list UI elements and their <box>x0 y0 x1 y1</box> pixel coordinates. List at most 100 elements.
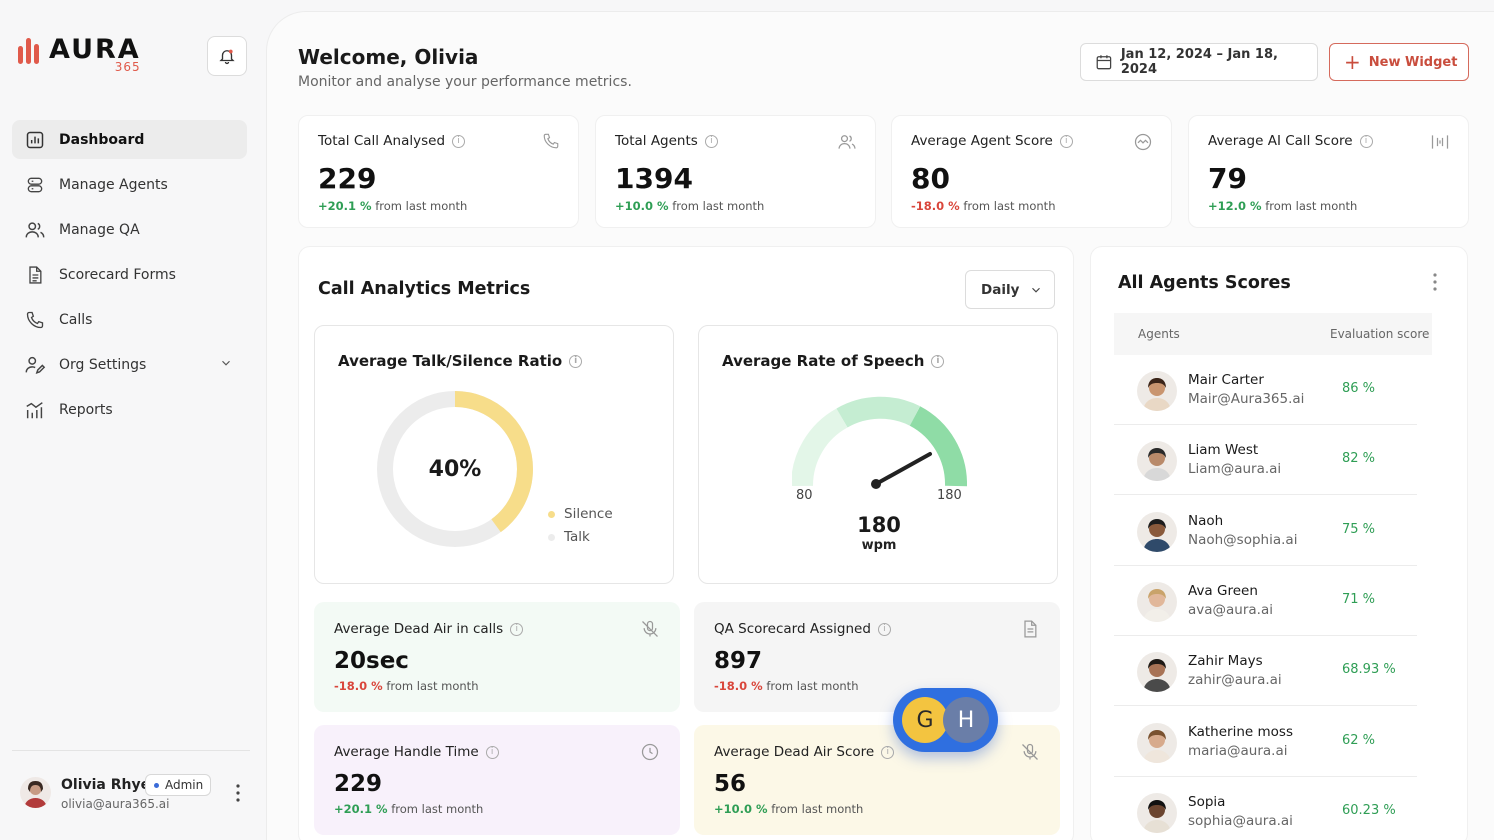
table-row[interactable]: Sopia sophia@aura.ai 60.23 % <box>1114 777 1417 840</box>
sidebar-item-label: Dashboard <box>59 131 145 148</box>
info-icon[interactable]: i <box>877 622 891 636</box>
agent-name: Sopia <box>1188 793 1226 810</box>
metric-qa-scorecard[interactable]: QA Scorecard Assigned i 897 -18.0 % from … <box>694 602 1060 712</box>
stat-card-avg-ai-call-score[interactable]: Average AI Call Score i 79 +12.0 % from l… <box>1188 115 1469 228</box>
role-badge: Admin <box>145 774 212 796</box>
metric-change: -18.0 % from last month <box>714 679 859 693</box>
brand-logo[interactable]: AURA 365 <box>18 36 141 74</box>
agent-name: Zahir Mays <box>1188 653 1263 670</box>
metric-handle-time[interactable]: Average Handle Time i 229 +20.1 % from la… <box>314 725 680 835</box>
main-content: Welcome, Olivia Monitor and analyse your… <box>266 11 1494 840</box>
more-vertical-icon[interactable] <box>236 784 240 802</box>
avatar <box>1137 371 1177 411</box>
sidebar-nav: Dashboard Manage Agents Manage QA Scorec… <box>12 120 247 435</box>
table-row[interactable]: Liam West Liam@aura.ai 82 % <box>1114 425 1417 496</box>
gauge-value: 180 <box>857 513 901 537</box>
new-widget-button[interactable]: + New Widget <box>1329 43 1469 81</box>
avatar <box>1137 652 1177 693</box>
agent-score: 86 % <box>1342 381 1376 396</box>
users-icon <box>24 219 46 241</box>
profile-name: Olivia Rhye <box>61 777 151 793</box>
stat-card-avg-agent-score[interactable]: Average Agent Score i 80 -18.0 % from las… <box>891 115 1172 228</box>
gauge-unit: wpm <box>861 538 897 553</box>
rate-of-speech-card: Average Rate of Speech i 80 180 180 wpm <box>698 325 1058 584</box>
table-row[interactable]: Katherine moss maria@aura.ai 62 % <box>1114 707 1417 777</box>
sidebar-item-dashboard[interactable]: Dashboard <box>12 120 247 159</box>
agents-scores-panel: All Agents Scores Agents Evaluation scor… <box>1090 246 1468 840</box>
user-initial-g: G <box>902 697 948 743</box>
avatar <box>1137 511 1177 552</box>
chevron-down-icon[interactable] <box>219 356 233 370</box>
sidebar-item-scorecard-forms[interactable]: Scorecard Forms <box>12 255 247 294</box>
date-range-label: Jan 12, 2024 – Jan 18, 2024 <box>1120 47 1278 77</box>
info-icon[interactable]: i <box>931 354 945 368</box>
sidebar-item-reports[interactable]: Reports <box>12 390 247 429</box>
floating-user-badge[interactable]: G H <box>893 688 998 752</box>
info-icon[interactable]: i <box>510 622 524 636</box>
metric-title: Average Dead Air in calls <box>334 621 504 637</box>
metric-change: +10.0 % from last month <box>714 802 864 816</box>
brand-sub: 365 <box>114 60 141 74</box>
logo-mark-icon <box>18 38 39 64</box>
stat-value: 79 <box>1208 162 1247 195</box>
user-profile[interactable]: Olivia Rhye Admin olivia@aura365.ai <box>20 774 250 814</box>
mic-off-icon <box>642 620 658 637</box>
info-icon[interactable]: i <box>569 354 583 368</box>
sidebar-item-label: Scorecard Forms <box>59 266 176 283</box>
more-vertical-icon[interactable] <box>1433 273 1437 291</box>
metric-value: 897 <box>714 648 763 674</box>
clock-icon <box>641 743 659 761</box>
stat-title: Total Call Analysed <box>318 133 446 149</box>
metric-value: 229 <box>334 771 383 797</box>
stat-card-total-agents[interactable]: Total Agents i 1394 +10.0 % from last mon… <box>595 115 876 228</box>
table-row[interactable]: Naoh Naoh@sophia.ai 75 % <box>1114 496 1417 566</box>
agent-email: Naoh@sophia.ai <box>1188 531 1298 548</box>
period-select[interactable]: Daily <box>965 270 1055 309</box>
document-icon <box>24 264 46 286</box>
agent-email: Mair@Aura365.ai <box>1188 391 1305 407</box>
info-icon[interactable]: i <box>704 134 718 148</box>
info-icon[interactable]: i <box>881 745 895 759</box>
agent-score: 68.93 % <box>1342 662 1396 678</box>
sidebar-item-label: Manage Agents <box>59 176 168 193</box>
agent-email: sophia@aura.ai <box>1188 812 1293 829</box>
profile-email: olivia@aura365.ai <box>61 797 170 811</box>
stat-value: 80 <box>911 162 950 195</box>
metric-value: 56 <box>714 771 747 797</box>
info-icon[interactable]: i <box>1359 134 1373 148</box>
info-icon[interactable]: i <box>452 134 466 148</box>
metric-dead-air[interactable]: Average Dead Air in calls i 20sec -18.0 %… <box>314 602 680 712</box>
agent-email: Liam@aura.ai <box>1188 461 1282 478</box>
phone-icon <box>543 133 559 149</box>
table-row[interactable]: Mair Carter Mair@Aura365.ai 86 % <box>1114 355 1417 425</box>
sidebar-item-calls[interactable]: Calls <box>12 300 247 339</box>
legend-silence: Silence <box>548 506 613 522</box>
date-range-picker[interactable]: Jan 12, 2024 – Jan 18, 2024 <box>1080 43 1318 81</box>
gauge-max-label: 180 <box>937 488 962 503</box>
chevron-down-icon <box>1032 287 1041 293</box>
column-header-agents: Agents <box>1138 327 1180 341</box>
table-row[interactable]: Ava Green ava@aura.ai 71 % <box>1114 566 1417 636</box>
agent-email: maria@aura.ai <box>1188 742 1288 759</box>
sidebar-item-manage-qa[interactable]: Manage QA <box>12 210 247 249</box>
stat-card-total-calls[interactable]: Total Call Analysed i 229 +20.1 % from la… <box>298 115 579 228</box>
database-icon <box>24 174 46 196</box>
avatar <box>20 777 51 808</box>
table-row[interactable]: Zahir Mays zahir@aura.ai 68.93 % <box>1114 636 1417 707</box>
sidebar-item-label: Reports <box>59 401 113 418</box>
calendar-icon <box>1096 55 1112 70</box>
info-icon[interactable]: i <box>1059 134 1073 148</box>
sidebar-item-org-settings[interactable]: Org Settings <box>12 345 247 384</box>
agent-name: Ava Green <box>1188 582 1258 599</box>
avatar <box>1137 441 1177 482</box>
agents-table-header: Agents Evaluation score <box>1114 313 1432 355</box>
sidebar-item-label: Calls <box>59 311 93 328</box>
sidebar-item-manage-agents[interactable]: Manage Agents <box>12 165 247 204</box>
notifications-button[interactable] <box>207 36 247 76</box>
metric-dead-air-score[interactable]: Average Dead Air Score i 56 +10.0 % from … <box>694 725 1060 835</box>
chart-title: Average Talk/Silence Ratio <box>338 352 563 370</box>
speech-gauge <box>790 396 967 491</box>
talk-silence-donut: 40% <box>375 389 535 549</box>
new-widget-label: New Widget <box>1368 54 1458 70</box>
info-icon[interactable]: i <box>485 745 499 759</box>
